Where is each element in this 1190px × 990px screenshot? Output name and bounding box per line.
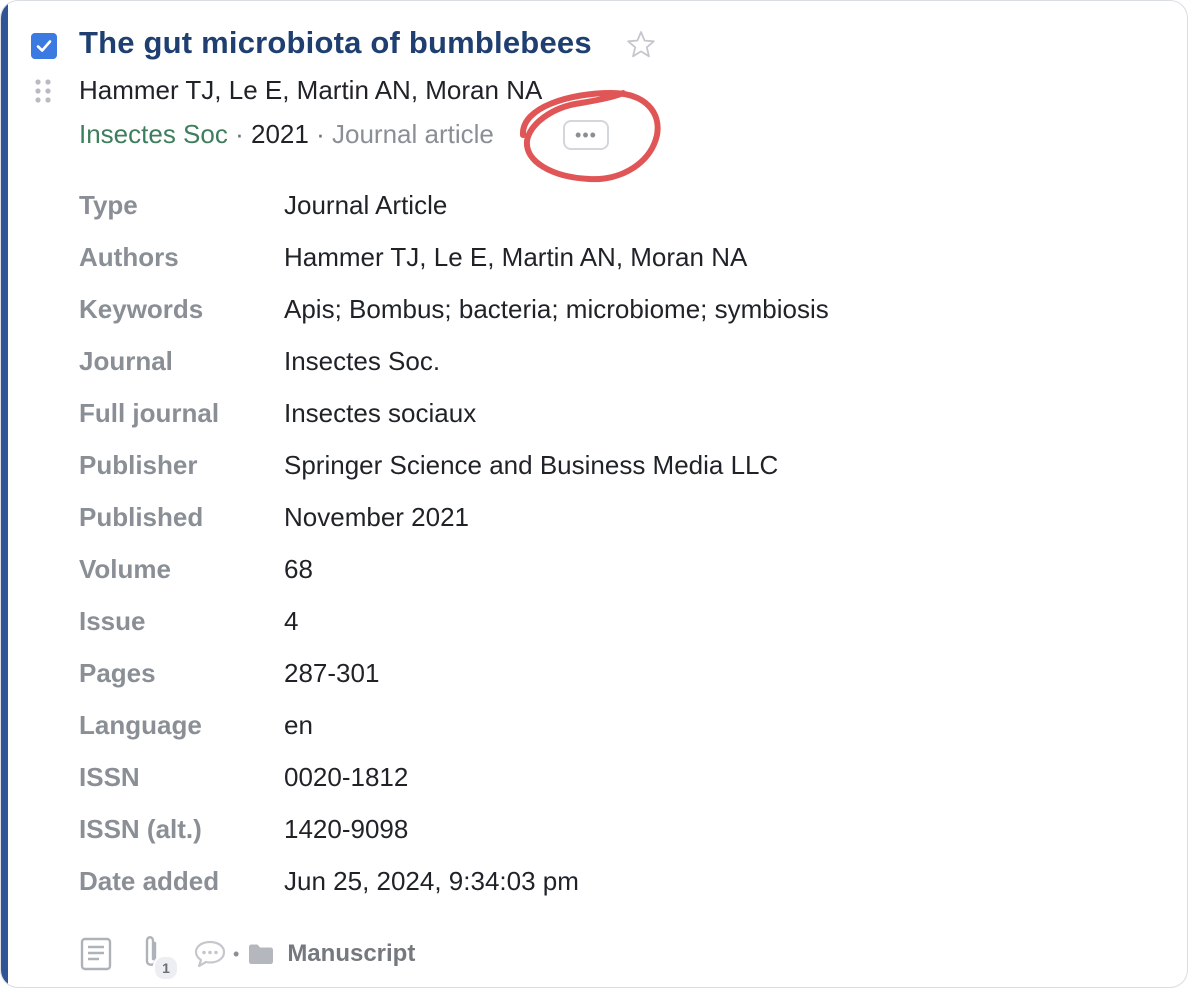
field-label: ISSN (alt.) xyxy=(79,813,202,844)
field-value[interactable]: Apis; Bombus; bacteria; microbiome; symb… xyxy=(284,294,829,325)
field-row: Keywords Apis; Bombus; bacteria; microbio… xyxy=(79,283,1159,335)
meta-year: 2021 xyxy=(251,119,309,149)
field-value[interactable]: Journal Article xyxy=(284,190,447,221)
item-fields: Type Journal Article Authors Hammer TJ, Le … xyxy=(79,179,1159,907)
more-options-button[interactable]: ••• xyxy=(563,120,609,150)
field-row: ISSN 0020-1812 xyxy=(79,751,1159,803)
field-value[interactable]: Hammer TJ, Le E, Martin AN, Moran NA xyxy=(284,242,747,273)
meta-separator: · xyxy=(316,119,325,149)
field-value[interactable]: 4 xyxy=(284,606,298,637)
notes-button[interactable] xyxy=(79,936,113,972)
field-row: Volume 68 xyxy=(79,543,1159,595)
field-row: Issue 4 xyxy=(79,595,1159,647)
notes-icon xyxy=(80,937,112,971)
item-authors: Hammer TJ, Le E, Martin AN, Moran NA xyxy=(79,75,543,105)
attachment-count-badge: 1 xyxy=(153,955,179,981)
field-row: ISSN (alt.) 1420-9098 xyxy=(79,803,1159,855)
collection-folder[interactable] xyxy=(247,942,275,966)
field-value[interactable]: Springer Science and Business Media LLC xyxy=(284,450,778,481)
field-label: Full journal xyxy=(79,397,220,428)
field-value[interactable]: en xyxy=(284,710,313,741)
drag-handle-icon[interactable] xyxy=(34,78,52,104)
selection-accent-bar xyxy=(1,1,8,987)
collection-label[interactable]: Manuscript xyxy=(287,940,415,968)
field-row: Full journal Insectes sociaux xyxy=(79,387,1159,439)
comment-icon xyxy=(194,940,226,968)
field-label: Keywords xyxy=(79,293,204,324)
field-label: Type xyxy=(79,189,138,220)
field-label: Journal xyxy=(79,345,173,376)
field-label: Issue xyxy=(79,605,146,636)
star-icon[interactable] xyxy=(625,29,657,61)
item-meta-line: Insectes Soc · 2021 · Journal article xyxy=(79,119,494,150)
reference-card[interactable]: The gut microbiota of bumblebees Hammer … xyxy=(0,0,1188,988)
field-row: Journal Insectes Soc. xyxy=(79,335,1159,387)
field-label: Language xyxy=(79,709,202,740)
field-row: Pages 287-301 xyxy=(79,647,1159,699)
field-label: Pages xyxy=(79,657,156,688)
field-value[interactable]: 1420-9098 xyxy=(284,814,408,845)
item-title[interactable]: The gut microbiota of bumblebees xyxy=(79,25,592,61)
field-value[interactable]: 0020-1812 xyxy=(284,762,408,793)
field-value[interactable]: 68 xyxy=(284,554,313,585)
footer-separator: • xyxy=(233,943,240,964)
checkmark-icon xyxy=(36,40,52,52)
folder-icon xyxy=(249,944,274,964)
attachments-button[interactable]: 1 xyxy=(139,935,179,981)
field-row: Authors Hammer TJ, Le E, Martin AN, Moran… xyxy=(79,231,1159,283)
meta-journal[interactable]: Insectes Soc xyxy=(79,119,228,149)
meta-type: Journal article xyxy=(331,119,494,149)
meta-separator: · xyxy=(235,119,244,149)
field-row: Publisher Springer Science and Business M… xyxy=(79,439,1159,491)
field-row: Date added Jun 25, 2024, 9:34:03 pm xyxy=(79,855,1159,907)
field-label: Publisher xyxy=(79,449,198,480)
field-value[interactable]: November 2021 xyxy=(284,502,469,533)
comments-button[interactable] xyxy=(193,939,227,969)
item-footer: 1 • Manuscript xyxy=(79,931,415,981)
select-checkbox[interactable] xyxy=(31,33,57,59)
field-row: Type Journal Article xyxy=(79,179,1159,231)
field-row: Published November 2021 xyxy=(79,491,1159,543)
field-value[interactable]: 287-301 xyxy=(284,658,379,689)
field-value[interactable]: Jun 25, 2024, 9:34:03 pm xyxy=(284,866,579,897)
field-label: Date added xyxy=(79,865,220,896)
field-label: Volume xyxy=(79,553,171,584)
field-value[interactable]: Insectes sociaux xyxy=(284,398,476,429)
field-label: Published xyxy=(79,501,204,532)
field-label: ISSN xyxy=(79,761,140,792)
field-label: Authors xyxy=(79,241,179,272)
field-value[interactable]: Insectes Soc. xyxy=(284,346,440,377)
field-row: Language en xyxy=(79,699,1159,751)
